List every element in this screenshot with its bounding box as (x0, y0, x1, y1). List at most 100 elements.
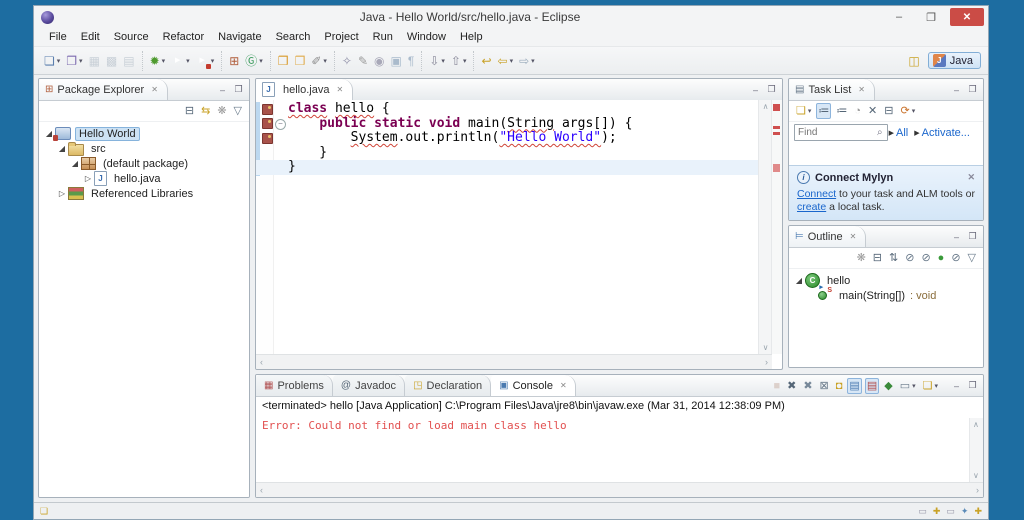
run-history-icon[interactable]: ▶ ▾ (194, 53, 217, 69)
tree-item[interactable]: ▷main(String[]) : void (789, 287, 983, 303)
collapse-arrow-icon[interactable]: ◢ (793, 276, 805, 285)
hide-fields-icon[interactable]: ⊘ (903, 250, 916, 266)
overview-error-mark[interactable] (773, 164, 780, 172)
open-console-icon[interactable]: ❏ ▾ (921, 378, 940, 394)
tree-item[interactable]: ▷ Referenced Libraries (39, 186, 249, 201)
dropdown-arrow-icon[interactable]: ▾ (57, 57, 61, 65)
scroll-up-icon[interactable]: ∧ (973, 420, 979, 429)
close-tab-icon[interactable]: ✕ (560, 381, 567, 390)
remove-launch-icon[interactable]: ✖ (785, 378, 798, 394)
deactivate-task-icon[interactable]: ✕ (866, 103, 879, 119)
menu-edit[interactable]: Edit (74, 30, 107, 44)
clear-console-icon[interactable]: ⊠ (818, 378, 831, 394)
error-marker-icon[interactable] (262, 133, 273, 144)
java-perspective-button[interactable]: J Java (927, 52, 981, 69)
maximize-panel-icon[interactable]: ❐ (233, 84, 244, 95)
focus-icon[interactable]: ❋ (215, 103, 228, 119)
dropdown-arrow-icon[interactable]: ▾ (441, 57, 445, 65)
tab-javadoc[interactable]: @ Javadoc (332, 375, 406, 396)
find-input[interactable] (794, 124, 888, 141)
open-type-icon[interactable]: ❒ (276, 53, 291, 69)
hide-static-icon[interactable]: ⊘ (919, 250, 932, 266)
close-notification-icon[interactable]: ✕ (967, 172, 975, 183)
overview-error-mark[interactable] (773, 132, 780, 135)
close-button[interactable]: ✕ (950, 8, 984, 26)
collapse-arrow-icon[interactable]: ◢ (69, 159, 81, 168)
maximize-panel-icon[interactable]: ❐ (967, 380, 978, 391)
tree-item[interactable]: ◢ src (39, 141, 249, 156)
scroll-lock-icon[interactable]: ◘ (834, 378, 845, 394)
minimize-editor-icon[interactable]: – (750, 85, 761, 95)
minimize-button[interactable]: – (886, 8, 912, 26)
back-icon[interactable]: ⇦ ▾ (496, 53, 516, 69)
new-task-icon[interactable]: ❏ ▾ (794, 103, 813, 119)
console-horizontal-scrollbar[interactable]: ‹ › (256, 482, 983, 497)
code-line[interactable]: System.out.println("Hello World"); (288, 130, 759, 146)
dropdown-arrow-icon[interactable]: ▾ (808, 107, 812, 115)
prev-annotation-icon[interactable]: ⇧ ▾ (449, 53, 469, 69)
maximize-editor-icon[interactable]: ❐ (766, 84, 777, 95)
new-java-package-icon[interactable]: ⊞ (227, 53, 241, 69)
focus-workweek-icon[interactable]: ◔ (852, 103, 863, 119)
display-console-icon[interactable]: ▭ ▾ (898, 378, 918, 394)
collapse-all-icon[interactable]: ⊟ (882, 103, 895, 119)
forward-icon[interactable]: ⇨ ▾ (517, 53, 537, 69)
scroll-right-icon[interactable]: › (976, 485, 979, 495)
fold-collapse-icon[interactable]: − (275, 119, 286, 130)
run-icon[interactable]: ▶ ▾ (169, 53, 192, 68)
minimize-panel-icon[interactable]: – (951, 381, 962, 391)
format-icon[interactable]: ✎ (356, 53, 370, 69)
synchronize-icon[interactable]: ⟳ ▾ (898, 103, 917, 119)
scroll-left-icon[interactable]: ‹ (260, 485, 263, 495)
tab-task-list[interactable]: ▤ Task List ✕ (789, 79, 875, 100)
minimize-panel-icon[interactable]: – (951, 85, 962, 95)
tab-problems[interactable]: ▦ Problems (256, 375, 333, 396)
tab-hello-java[interactable]: J hello.java ✕ (256, 79, 354, 100)
error-marker-icon[interactable] (262, 118, 273, 129)
open-perspective-icon[interactable]: ◫ (906, 53, 921, 69)
filter-all[interactable]: ▶ All (889, 127, 909, 139)
next-annotation-icon[interactable]: ⇩ ▾ (427, 53, 447, 69)
new-java-project-icon[interactable]: ❐ ▾ (64, 53, 84, 69)
minimize-panel-icon[interactable]: – (217, 85, 228, 95)
menu-navigate[interactable]: Navigate (211, 30, 268, 44)
editor-horizontal-scrollbar[interactable]: ‹ › (256, 354, 772, 369)
hide-non-public-icon[interactable]: ● (936, 250, 947, 266)
menu-window[interactable]: Window (400, 30, 453, 44)
tab-declaration[interactable]: ◳ Declaration (405, 375, 492, 396)
filter-activate[interactable]: ▶ Activate... (914, 127, 970, 139)
console-body[interactable]: <terminated> hello [Java Application] C:… (256, 397, 983, 497)
tree-item[interactable]: ▷ Jhello.java (39, 171, 249, 186)
menu-refactor[interactable]: Refactor (156, 30, 212, 44)
focus-icon[interactable]: ❋ (855, 250, 868, 266)
sort-icon[interactable]: ⇅ (887, 250, 900, 266)
tab-outline[interactable]: ⊨ Outline ✕ (789, 226, 867, 247)
dropdown-arrow-icon[interactable]: ▾ (912, 107, 916, 115)
tree-item[interactable]: ◢ Hello World (39, 126, 249, 141)
menu-help[interactable]: Help (453, 30, 490, 44)
maximize-button[interactable]: ❐ (918, 8, 944, 26)
dropdown-arrow-icon[interactable]: ▾ (463, 57, 467, 65)
menu-source[interactable]: Source (107, 30, 156, 44)
menu-file[interactable]: File (42, 30, 74, 44)
expand-arrow-icon[interactable]: ▷ (56, 189, 68, 198)
view-menu-icon[interactable]: ▽ (966, 250, 978, 266)
maximize-panel-icon[interactable]: ❐ (967, 231, 978, 242)
maximize-panel-icon[interactable]: ❐ (967, 84, 978, 95)
show-whitespace-icon[interactable]: ¶ (406, 53, 416, 69)
dropdown-arrow-icon[interactable]: ▾ (79, 57, 83, 65)
tree-item[interactable]: ◢Chello (789, 273, 983, 291)
tab-package-explorer[interactable]: ⊞ Package Explorer ✕ (39, 79, 168, 100)
collapse-all-icon[interactable]: ⊟ (871, 250, 884, 266)
menu-search[interactable]: Search (269, 30, 318, 44)
pin-console-icon[interactable]: ◆ (882, 378, 894, 394)
overview-error-mark[interactable] (773, 126, 780, 129)
new-java-class-icon[interactable]: Ⓖ ▾ (243, 53, 265, 69)
overview-ruler[interactable] (771, 100, 782, 354)
search-icon[interactable]: ✧ (340, 53, 354, 69)
remove-all-launches-icon[interactable]: ✖ (801, 378, 814, 394)
overview-error-mark[interactable] (773, 104, 780, 111)
expand-arrow-icon[interactable]: ▷ (82, 174, 94, 183)
dropdown-arrow-icon[interactable]: ▾ (912, 382, 916, 390)
show-scheduled-icon[interactable]: ≔ (834, 103, 849, 119)
